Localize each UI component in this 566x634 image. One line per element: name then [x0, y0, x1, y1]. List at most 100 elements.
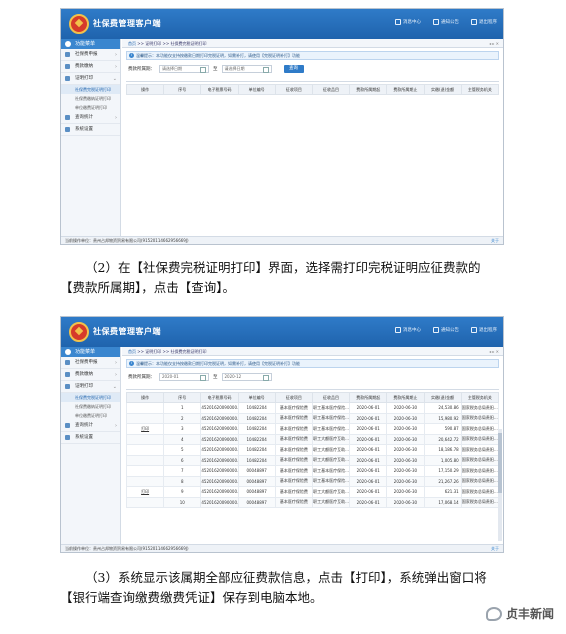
- screenshot-query-form: 社保费管理客户端 消息中心 通知公告 退出程序 功能菜单 社保费申报 › 费款缴纳…: [60, 8, 504, 245]
- vertical-scrollbar[interactable]: [498, 429, 502, 541]
- table-row: 4 45201620090000... 10482204 基本医疗保险费 职工大额医疗互…: [125, 433, 500, 445]
- chevron-right-icon: ›: [115, 52, 117, 58]
- column-header: 实缴(退)金额: [423, 392, 462, 403]
- sidebar-sub-tax-certificate[interactable]: 社保费完税证明打印: [61, 393, 120, 402]
- table-cell: 职工大额医疗互助...: [311, 444, 351, 456]
- breadcrumb-home[interactable]: 首页: [128, 41, 136, 46]
- print-link[interactable]: 打印: [125, 423, 165, 435]
- sidebar-sub-tax-certificate[interactable]: 社保费完税证明打印: [61, 85, 120, 94]
- table-cell: 10: [163, 496, 202, 508]
- table-cell: 45201620090000...: [200, 496, 239, 508]
- watermark: 贞丰新闻: [485, 605, 554, 622]
- query-button[interactable]: 查询: [283, 65, 304, 73]
- period-label: 费款所属期：: [128, 67, 155, 72]
- table-cell: 15,980.92: [423, 412, 462, 424]
- table-cell: 17,150.29: [423, 465, 462, 477]
- sidebar-item-settings[interactable]: 系统设置: [61, 432, 120, 444]
- message-center-link[interactable]: 消息中心: [395, 327, 421, 333]
- sidebar: 功能菜单 社保费申报 › 费款缴纳 › 证明打印 ⌄ 社保费完税证明打印 社保费缴纳证…: [61, 347, 121, 544]
- sidebar: 功能菜单 社保费申报 › 费款缴纳 › 证明打印 ⌄ 社保费完税证明打印 社保费缴纳证…: [61, 39, 121, 236]
- column-header: 电子税票号码: [200, 392, 239, 403]
- current-unit-text: 当前操作单位：贵州占邦物资贸易有限公司(91520114662956669J): [65, 238, 189, 243]
- table-cell: 21,267.26: [423, 475, 462, 487]
- table-cell: 00048897: [237, 475, 276, 487]
- breadcrumb: 首页 >> 证明打印 >> 社保费完税证明打印 ◂ ▸ ✕: [122, 39, 503, 48]
- period-end-input[interactable]: 请选择日期: [221, 65, 272, 73]
- period-start-input[interactable]: 请选择日期: [159, 65, 209, 73]
- instruction-step-2: （2）在【社保费完税证明打印】界面，选择需打印完税证明应征费款的【费款所属期】，…: [60, 260, 481, 295]
- announcement-link[interactable]: 通知公告: [433, 327, 459, 333]
- sidebar-header: 功能菜单: [61, 39, 120, 49]
- table-cell: 国家税务总局贵阳...: [460, 402, 500, 414]
- table-cell: 6: [163, 454, 202, 466]
- table-cell: 国家税务总局贵阳...: [460, 423, 500, 435]
- column-header: 操作: [125, 392, 165, 403]
- table-cell: 10482204: [237, 444, 276, 456]
- period-to-label: 至: [213, 67, 218, 72]
- table-cell: 2020-06-30: [386, 486, 425, 498]
- table-cell: 基本医疗保险费: [274, 465, 313, 477]
- table-cell: 00048897: [237, 465, 276, 477]
- breadcrumb-home[interactable]: 首页: [128, 349, 136, 354]
- table-cell: 2020-06-30: [386, 402, 425, 414]
- app-title: 社保费管理客户端: [93, 19, 161, 28]
- table-cell: [125, 475, 165, 487]
- sidebar-sub-payment-certificate[interactable]: 社保费缴纳证明打印: [61, 402, 120, 411]
- table-cell: 职工基本医疗保险...: [311, 423, 351, 435]
- sidebar-item-certificate[interactable]: 证明打印 ⌄: [61, 73, 120, 85]
- table-cell: 00048897: [237, 496, 276, 508]
- sidebar-item-settings[interactable]: 系统设置: [61, 124, 120, 136]
- sidebar-item-declare[interactable]: 社保费申报 ›: [61, 49, 120, 61]
- sidebar-sub-payment-certificate[interactable]: 社保费缴纳证明打印: [61, 94, 120, 103]
- tab-controls[interactable]: ◂ ▸ ✕: [489, 347, 499, 356]
- table-cell: 职工基本医疗保险...: [311, 475, 351, 487]
- about-link[interactable]: 关于: [491, 545, 499, 552]
- table-row: 7 45201620090000... 00048897 基本医疗保险费 职工基本医疗保…: [125, 465, 500, 477]
- exit-link[interactable]: 退出程序: [471, 19, 497, 25]
- table-row: 打印 3 45201620090000... 10482204 基本医疗保险费 职工基本医…: [125, 423, 500, 435]
- sidebar-item-payment[interactable]: 费款缴纳 ›: [61, 61, 120, 73]
- chevron-right-icon: ›: [115, 372, 117, 378]
- period-end-input[interactable]: 2020-12: [221, 373, 272, 381]
- filter-row: 费款所属期： 请选择日期 至 请选择日期 查询: [128, 64, 497, 74]
- sidebar-item-query[interactable]: 查询统计 ›: [61, 420, 120, 432]
- message-center-link[interactable]: 消息中心: [395, 19, 421, 25]
- table-cell: 基本医疗保险费: [274, 486, 313, 498]
- table-cell: 国家税务总局贵阳...: [460, 412, 500, 424]
- table-cell: 45201620090000...: [200, 402, 239, 414]
- table-cell: 3: [163, 423, 202, 435]
- sidebar-item-payment[interactable]: 费款缴纳 ›: [61, 369, 120, 381]
- table-cell: 2020-06-30: [386, 423, 425, 435]
- top-nav: 消息中心 通知公告 退出程序: [395, 327, 497, 333]
- announcement-link[interactable]: 通知公告: [433, 19, 459, 25]
- table-cell: 2020-06-30: [386, 454, 425, 466]
- column-header: 主管税务机关: [460, 84, 500, 95]
- column-header: 序号: [163, 392, 202, 403]
- tab-controls[interactable]: ◂ ▸ ✕: [489, 39, 499, 48]
- main-content: 首页 >> 证明打印 >> 社保费完税证明打印 ◂ ▸ ✕ 温馨提示：本功能仅支…: [122, 39, 503, 236]
- sidebar-item-query[interactable]: 查询统计 ›: [61, 112, 120, 124]
- sidebar-item-certificate[interactable]: 证明打印 ⌄: [61, 381, 120, 393]
- sidebar-sub-unit-certificate[interactable]: 单位缴费证明打印: [61, 103, 120, 112]
- column-header: 费款所属期止: [386, 84, 425, 95]
- sidebar-sub-unit-certificate[interactable]: 单位缴费证明打印: [61, 411, 120, 420]
- sidebar-header: 功能菜单: [61, 347, 120, 357]
- column-header: 征收项目: [274, 392, 313, 403]
- table-cell: 45201620090000...: [200, 423, 239, 435]
- about-link[interactable]: 关于: [491, 237, 499, 244]
- table-cell: 2020-06-30: [386, 475, 425, 487]
- table-cell: 45201620090000...: [200, 444, 239, 456]
- column-header: 主管税务机关: [460, 392, 500, 403]
- table-cell: 45201620090000...: [200, 465, 239, 477]
- table-cell: [125, 444, 165, 456]
- chevron-right-icon: ›: [115, 115, 117, 121]
- exit-link[interactable]: 退出程序: [471, 327, 497, 333]
- table-cell: 1,005.80: [423, 454, 462, 466]
- table-cell: 1: [163, 402, 202, 414]
- divider: [126, 386, 499, 390]
- instruction-step-3: （3）系统显示该属期全部应征费款信息，点击【打印】，系统弹出窗口将【银行端查询缴…: [60, 570, 487, 605]
- print-link[interactable]: 打印: [125, 486, 165, 498]
- tip-notice: 温馨提示：本功能仅支持按缴款日期打印完税证明，如需补打，请使用【完税证明补打】功…: [126, 51, 499, 60]
- period-start-input[interactable]: 2020-01: [159, 373, 209, 381]
- sidebar-item-declare[interactable]: 社保费申报 ›: [61, 357, 120, 369]
